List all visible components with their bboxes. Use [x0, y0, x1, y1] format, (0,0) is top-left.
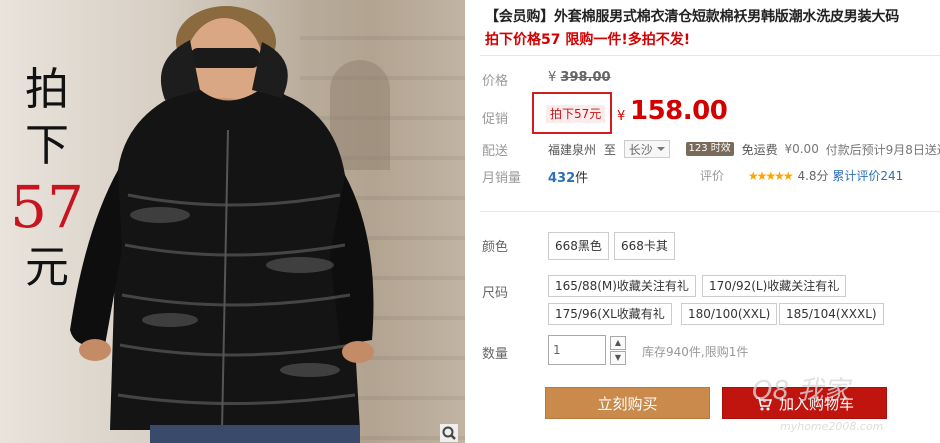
caption-char-3: 元 [25, 242, 69, 293]
original-price-value: 398.00 [560, 70, 611, 85]
product-title: 【会员购】外套棉服男式棉衣清仓短款棉袄男韩版潮水洗皮男装大码 [485, 9, 899, 25]
sales-unit: 件 [575, 171, 589, 186]
stock-info: 库存940件,限购1件 [642, 345, 749, 359]
city-select[interactable]: 长沙 [623, 140, 670, 158]
city-value: 长沙 [628, 142, 653, 157]
price-label: 价格 [482, 74, 509, 89]
color-label: 颜色 [482, 240, 509, 255]
shipping-info: 福建泉州 至 长沙 123 时效 免运费 ¥0.00 付款后预计9月8日送达 [548, 140, 940, 158]
delivery-time-badge: 123 时效 [685, 142, 734, 156]
product-page: 拍 下 57 元 【会员购】外套棉服男式棉衣清仓短款棉袄男韩版潮水洗皮男装大码 … [0, 0, 940, 443]
monthly-sales: 432件 [548, 167, 588, 186]
product-subtitle: 拍下价格57 限购一件!多拍不发! [485, 32, 691, 48]
ship-to-word: 至 [603, 142, 616, 157]
buy-now-label: 立刻购买 [597, 395, 658, 413]
color-option-khaki[interactable]: 668卡其 [614, 232, 675, 260]
quantity-label: 数量 [482, 347, 509, 362]
rating-summary: 评价 ★★★★★ 4.8分 累计评价241 [700, 167, 903, 184]
caption-char-1: 拍 [25, 64, 69, 115]
current-price: 158.00 [630, 96, 728, 126]
caption-number: 57 [10, 173, 84, 241]
site-watermark-url: myhome2008.com [780, 420, 884, 433]
size-option-l[interactable]: 170/92(L)收藏关注有礼 [702, 275, 847, 297]
size-option-xl[interactable]: 175/96(XL收藏有礼 [548, 303, 672, 325]
promo-highlight-box: 拍下57元 [532, 92, 612, 134]
promo-label: 促销 [482, 112, 509, 127]
monthly-sales-label: 月销量 [482, 171, 522, 186]
quantity-increase-button[interactable]: ▲ [610, 336, 626, 350]
ship-from: 福建泉州 [548, 142, 597, 157]
star-rating-icon: ★★★★★ [747, 169, 794, 183]
divider [480, 55, 940, 56]
sales-count: 432 [548, 171, 576, 186]
size-option-xxl[interactable]: 180/100(XXL) [681, 303, 778, 325]
rating-label: 评价 [700, 169, 725, 183]
chevron-down-icon [656, 147, 665, 155]
size-option-m[interactable]: 165/88(M)收藏关注有礼 [548, 275, 696, 297]
size-option-xxxl[interactable]: 185/104(XXXL) [779, 303, 884, 325]
reviews-link[interactable]: 累计评价241 [832, 169, 903, 183]
shipping-label: 配送 [482, 144, 509, 159]
quantity-input[interactable] [548, 335, 606, 365]
original-currency: ¥ [548, 70, 557, 85]
rating-score: 4.8分 [797, 169, 829, 183]
size-label: 尺码 [482, 286, 509, 301]
magnifier-icon[interactable] [440, 424, 458, 442]
free-shipping-text: 免运费 [741, 142, 778, 157]
divider [480, 211, 940, 212]
quantity-decrease-button[interactable]: ▼ [610, 351, 626, 365]
site-watermark: Q8 我家 [752, 376, 850, 406]
promo-caption: 拍 下 57 元 [8, 62, 86, 296]
caption-char-2: 下 [25, 120, 69, 171]
promo-tag: 拍下57元 [546, 105, 606, 123]
product-info-panel: 【会员购】外套棉服男式棉衣清仓短款棉袄男韩版潮水洗皮男装大码 拍下价格57 限购… [480, 0, 940, 443]
color-option-black[interactable]: 668黑色 [548, 232, 609, 260]
original-price: ¥ 398.00 [548, 70, 611, 85]
buy-now-button[interactable]: 立刻购买 [545, 387, 710, 419]
delivery-eta: 付款后预计9月8日送达 [825, 142, 940, 157]
price-currency: ¥ [617, 109, 626, 124]
product-image[interactable]: 拍 下 57 元 [0, 0, 465, 443]
shipping-fee: ¥0.00 [784, 142, 819, 156]
